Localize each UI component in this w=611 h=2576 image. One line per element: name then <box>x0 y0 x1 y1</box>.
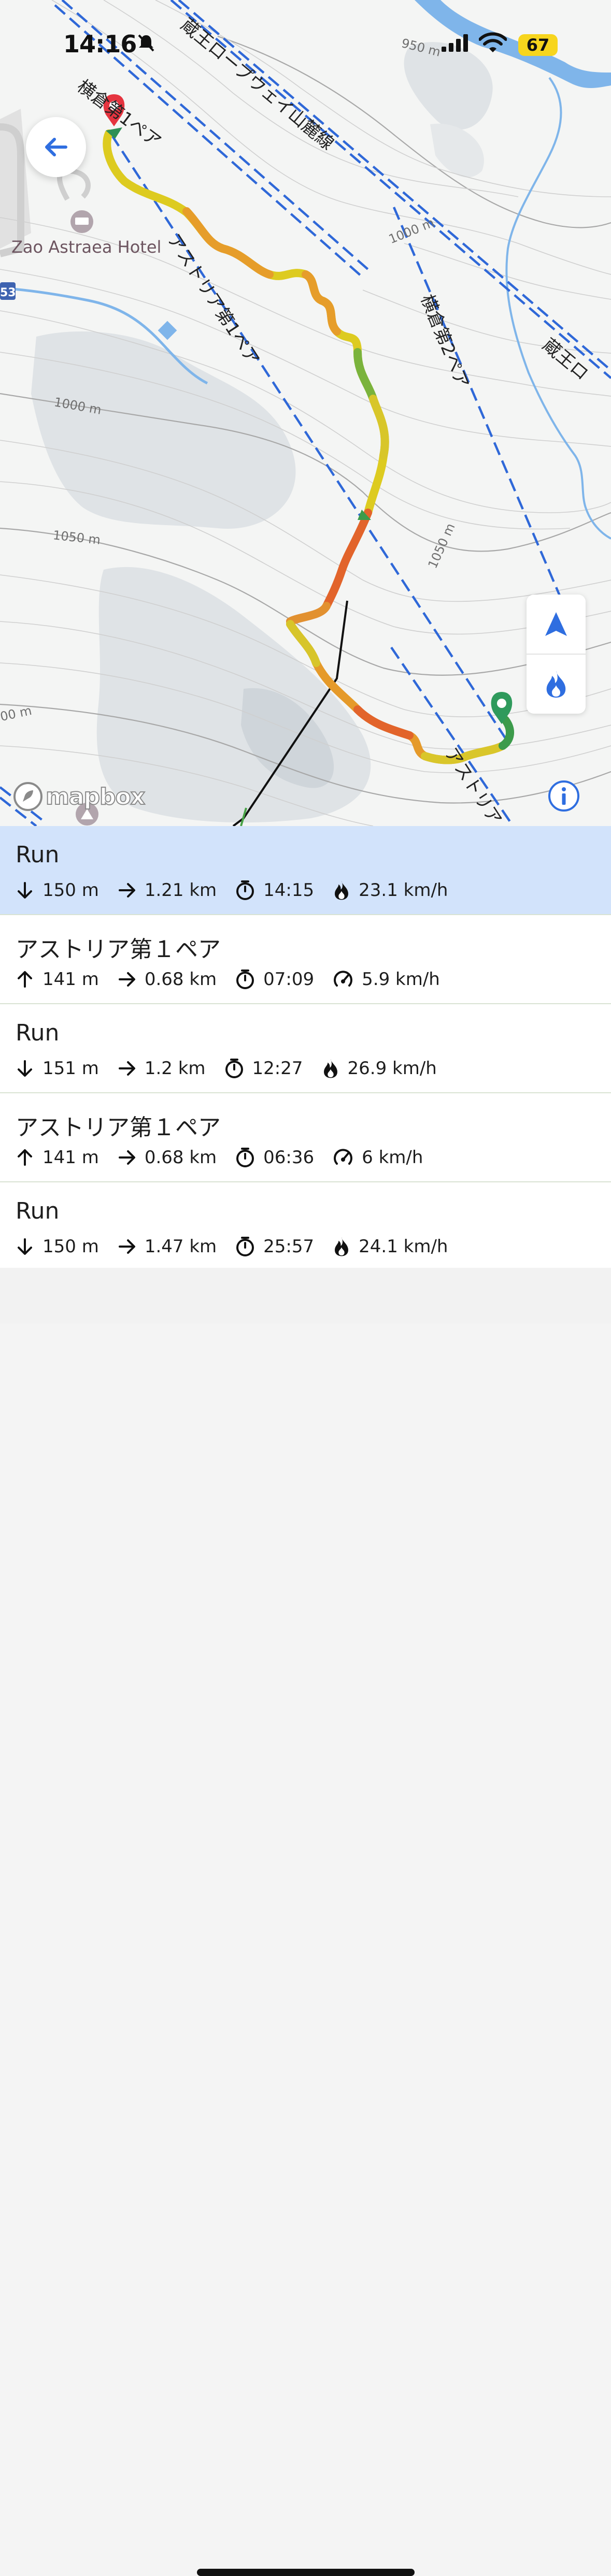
segment-title: Run <box>16 842 60 868</box>
status-time: 14:16 <box>63 30 137 58</box>
speedometer-icon <box>333 1147 362 1168</box>
mapbox-icon <box>13 782 42 811</box>
distance-stat: 1.21 km <box>118 880 217 901</box>
distance-stat-value: 0.68 km <box>144 1147 217 1168</box>
duration-stat-value: 14:15 <box>263 880 315 901</box>
segment-title: アストリア第１ペア <box>16 936 221 963</box>
segment-stats: 150 m 1.47 km 25:57 24.1 km/h <box>16 1236 466 1257</box>
arrow-right-icon <box>118 1059 145 1078</box>
stopwatch-icon <box>235 1236 263 1257</box>
elevation-stat: 141 m <box>16 1147 99 1168</box>
map-view[interactable]: 53 Zao Astraea Hotel 950 m 1000 m 1000 m… <box>0 0 611 826</box>
silent-bell-icon <box>138 34 154 52</box>
back-button[interactable] <box>26 117 86 177</box>
duration-stat-value: 12:27 <box>252 1058 303 1079</box>
segment-row[interactable]: アストリア第１ペア 141 m 0.68 km 07:09 5.9 km/h <box>0 915 611 1004</box>
hotel-label: Zao Astraea Hotel <box>11 237 162 257</box>
arrow-down-icon <box>16 1059 42 1078</box>
speed-stat-value: 23.1 km/h <box>359 880 448 901</box>
arrow-right-icon <box>118 881 145 900</box>
duration-stat-value: 06:36 <box>263 1147 315 1168</box>
speed-stat: 6 km/h <box>333 1147 423 1168</box>
segment-stats: 141 m 0.68 km 07:09 5.9 km/h <box>16 969 459 990</box>
distance-stat: 0.68 km <box>118 969 217 990</box>
elevation-stat: 141 m <box>16 969 99 990</box>
segment-list: Run 150 m 1.21 km 14:15 23.1 km/h アストリア第１ペア 14… <box>0 826 611 1271</box>
distance-stat: 1.47 km <box>118 1236 217 1257</box>
speed-stat-value: 6 km/h <box>362 1147 423 1168</box>
distance-stat-value: 0.68 km <box>144 969 217 990</box>
arrow-down-icon <box>16 881 42 900</box>
duration-stat-value: 07:09 <box>263 969 315 990</box>
duration-stat: 12:27 <box>224 1058 303 1079</box>
home-indicator[interactable] <box>197 2569 415 2576</box>
heatmap-toggle-button[interactable] <box>527 655 586 714</box>
duration-stat-value: 25:57 <box>263 1236 315 1257</box>
mapbox-wordmark: mapbox <box>45 783 146 811</box>
stopwatch-icon <box>235 880 263 901</box>
elevation-stat-value: 141 m <box>42 969 99 990</box>
arrow-left-icon <box>45 138 67 156</box>
speed-stat: 24.1 km/h <box>333 1236 448 1257</box>
arrow-down-icon <box>16 1237 42 1256</box>
segment-row[interactable]: Run 151 m 1.2 km 12:27 26.9 km/h <box>0 1004 611 1093</box>
distance-stat-value: 1.21 km <box>144 880 217 901</box>
distance-stat-value: 1.2 km <box>144 1058 206 1079</box>
elevation-stat: 150 m <box>16 1236 99 1257</box>
fire-icon <box>322 1058 348 1079</box>
duration-stat: 07:09 <box>235 969 314 990</box>
speed-stat: 26.9 km/h <box>322 1058 437 1079</box>
stopwatch-icon <box>224 1058 252 1079</box>
speedometer-icon <box>333 969 362 990</box>
segment-row[interactable]: Run 150 m 1.47 km 25:57 24.1 km/h <box>0 1182 611 1271</box>
elevation-stat: 151 m <box>16 1058 99 1079</box>
duration-stat: 25:57 <box>235 1236 314 1257</box>
arrow-right-icon <box>118 1237 145 1256</box>
speed-stat-value: 5.9 km/h <box>362 969 440 990</box>
speed-stat-value: 26.9 km/h <box>347 1058 437 1079</box>
recenter-button[interactable] <box>527 595 586 654</box>
segment-row[interactable]: Run 150 m 1.21 km 14:15 23.1 km/h <box>0 826 611 915</box>
stopwatch-icon <box>235 1147 263 1168</box>
segment-stats: 151 m 1.2 km 12:27 26.9 km/h <box>16 1058 456 1079</box>
segment-title: Run <box>16 1198 60 1224</box>
segment-title: アストリア第１ペア <box>16 1115 221 1141</box>
elevation-stat-value: 150 m <box>42 1236 99 1257</box>
cellular-signal-icon <box>442 34 468 52</box>
mapbox-logo[interactable]: mapbox <box>12 781 146 812</box>
segment-stats: 150 m 1.21 km 14:15 23.1 km/h <box>16 880 466 901</box>
elevation-stat: 150 m <box>16 880 99 901</box>
fire-icon <box>333 1236 359 1257</box>
speed-stat-value: 24.1 km/h <box>359 1236 448 1257</box>
road-number-label: 53 <box>0 286 16 299</box>
stopwatch-icon <box>235 969 263 990</box>
battery-indicator: 67 <box>518 34 558 56</box>
elevation-stat-value: 150 m <box>42 880 99 901</box>
segment-title: Run <box>16 1020 60 1046</box>
elevation-stat-value: 141 m <box>42 1147 99 1168</box>
fire-icon <box>546 671 566 698</box>
navigation-arrow-icon <box>545 612 567 636</box>
arrow-right-icon <box>118 970 145 989</box>
distance-stat-value: 1.47 km <box>144 1236 217 1257</box>
arrow-up-icon <box>16 1148 42 1167</box>
distance-stat: 0.68 km <box>118 1147 217 1168</box>
fire-icon <box>333 880 359 901</box>
home-area <box>0 1268 611 2576</box>
arrow-up-icon <box>16 970 42 989</box>
speed-stat: 23.1 km/h <box>333 880 448 901</box>
elevation-stat-value: 151 m <box>42 1058 99 1079</box>
duration-stat: 14:15 <box>235 880 314 901</box>
wifi-icon <box>479 32 507 52</box>
distance-stat: 1.2 km <box>118 1058 206 1079</box>
segment-row[interactable]: アストリア第１ペア 141 m 0.68 km 06:36 6 km/h <box>0 1093 611 1182</box>
map-controls <box>527 595 586 714</box>
status-bar: 14:16 67 <box>0 0 611 88</box>
info-icon[interactable] <box>547 779 580 813</box>
speed-stat: 5.9 km/h <box>333 969 440 990</box>
duration-stat: 06:36 <box>235 1147 314 1168</box>
segment-stats: 141 m 0.68 km 06:36 6 km/h <box>16 1147 442 1168</box>
arrow-right-icon <box>118 1148 145 1167</box>
